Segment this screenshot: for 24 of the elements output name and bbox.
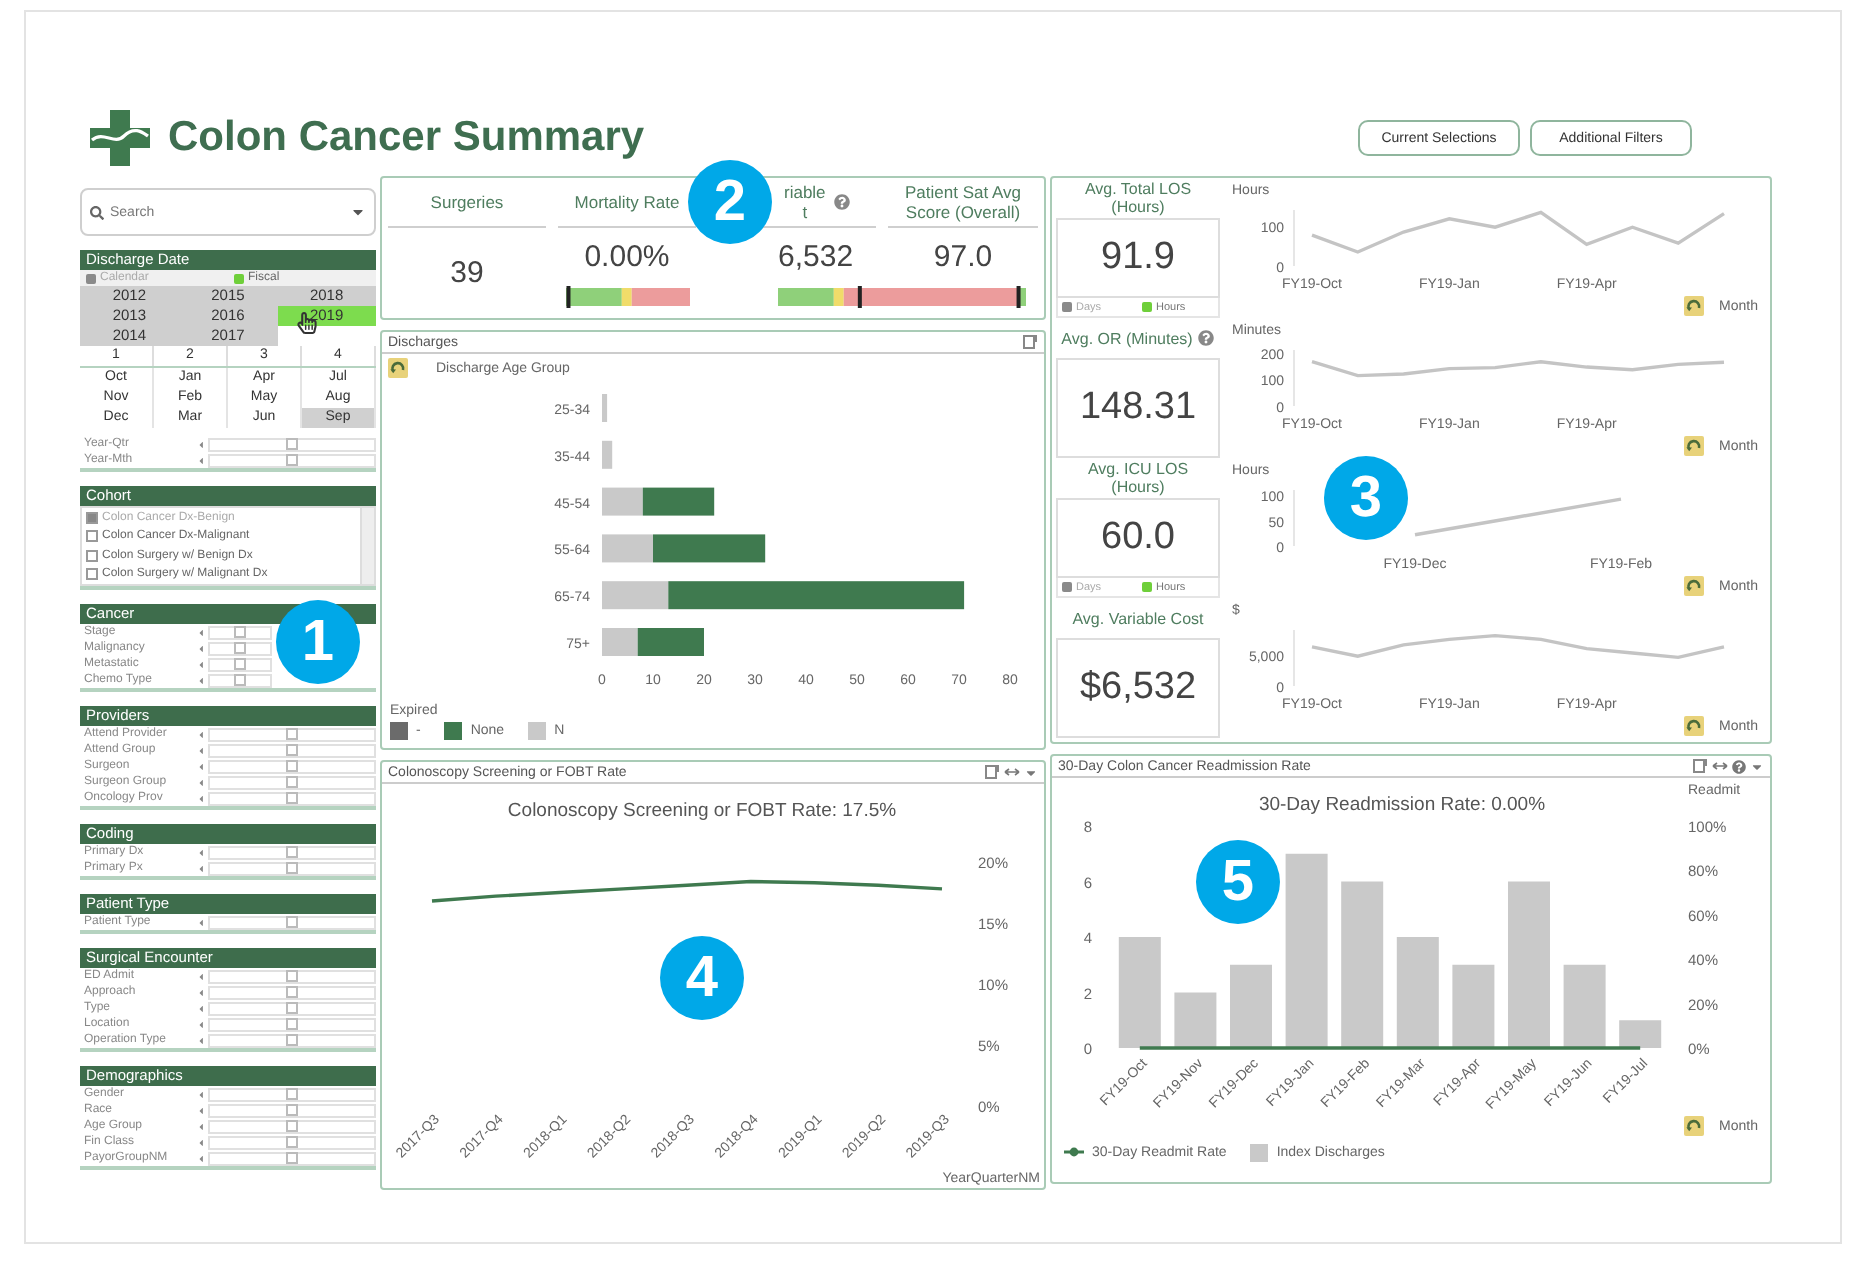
kpi-value: 39 [450,256,484,290]
dashboard-title: Colon Cancer Summary [168,114,645,162]
callout-badge: 1 [276,600,360,684]
kpi-value: 97.0 [933,239,993,273]
kpi-value: 0.00% [584,239,670,273]
kpi-label: Surgeries [430,192,504,212]
kpi-label: riable t [784,182,826,222]
kpi-value: 6,532 [778,239,854,273]
chart-title: Colonoscopy Screening or FOBT Rate: 17.5% [507,800,897,822]
metric-label: Avg. Variable Cost [1072,609,1204,627]
chart-title: 30-Day Readmission Rate: 0.00% [1258,794,1546,816]
callout-badge: 2 [688,160,772,244]
kpi-label: Mortality Rate [574,192,680,212]
metric-label: Avg. ICU LOS (Hours) [1085,460,1191,496]
metric-value: 148.31 [1056,358,1220,458]
metric-value: 60.0 [1056,498,1220,578]
kpi-label: Patient Sat Avg Score (Overall) [905,182,1021,222]
metric-label: Avg. OR (Minutes) [1061,329,1193,347]
metric-value: $6,532 [1056,638,1220,738]
metric-value: 91.9 [1056,218,1220,298]
callout-badge: 5 [1196,840,1280,924]
callout-badge: 4 [660,936,744,1020]
metric-label: Avg. Total LOS (Hours) [1082,180,1194,216]
callout-badge: 3 [1324,456,1408,540]
